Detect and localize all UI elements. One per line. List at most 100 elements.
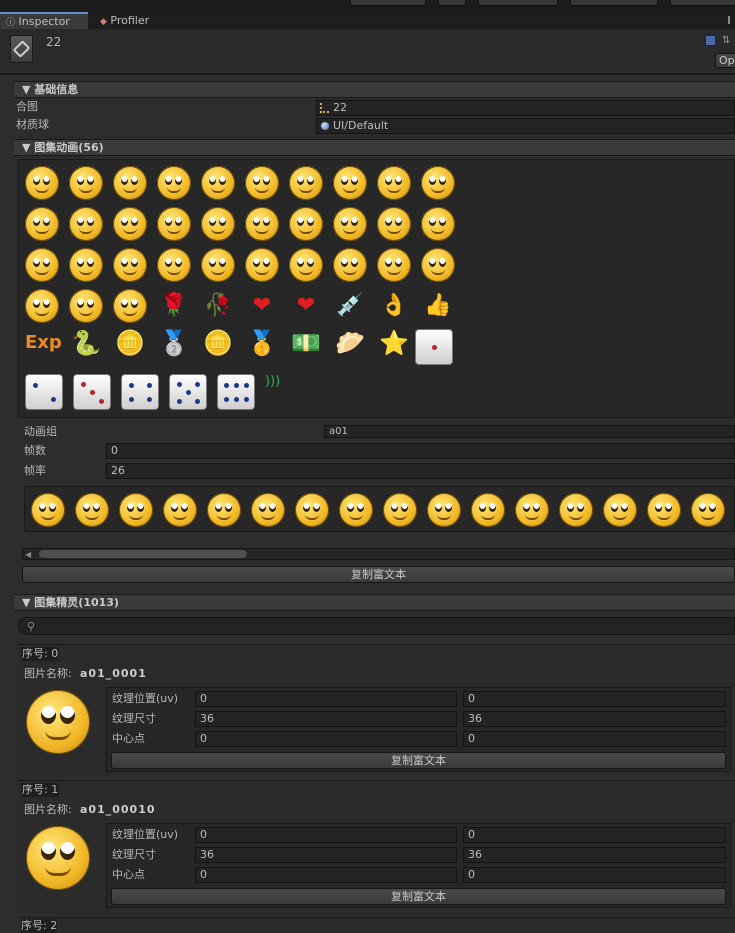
emoticon-frame[interactable] xyxy=(25,289,59,323)
emoticon-frame[interactable] xyxy=(515,493,549,527)
emoticon-frame[interactable] xyxy=(333,166,367,200)
emoticon-frame[interactable]: 🐍 xyxy=(69,326,103,360)
section-atlas-sprites[interactable]: ▼ 图集精灵(1013) xyxy=(14,594,735,611)
emoticon-frame[interactable] xyxy=(113,166,147,200)
emoticon-frame[interactable] xyxy=(245,166,279,200)
emoticon-frame[interactable]: ❤ xyxy=(289,289,323,323)
emoticon-frame[interactable] xyxy=(157,166,191,200)
emoticon-frame[interactable]: Exp xyxy=(25,326,62,360)
size-w-field[interactable]: 36 xyxy=(195,711,457,727)
emoticon-frame[interactable]: 👍 xyxy=(421,289,455,323)
emoticon-frame[interactable]: 🥟 xyxy=(333,326,367,360)
uv-y-field[interactable]: 0 xyxy=(463,827,726,843)
emoticon-frame[interactable]: 💵 xyxy=(289,326,323,360)
emoticon-frame[interactable]: ❤ xyxy=(245,289,279,323)
emoticon-frame[interactable]: 💉 xyxy=(333,289,367,323)
frame-rate-field[interactable]: 26 xyxy=(106,463,735,479)
toolbar-button[interactable] xyxy=(670,0,735,6)
emoticon-frame[interactable] xyxy=(31,493,65,527)
emoticon-frame[interactable] xyxy=(163,493,197,527)
emoticon-frame[interactable] xyxy=(119,493,153,527)
uv-x-field[interactable]: 0 xyxy=(195,691,457,707)
help-icon[interactable] xyxy=(705,35,716,46)
uv-x-field[interactable]: 0 xyxy=(195,827,457,843)
emoticon-frame[interactable] xyxy=(333,248,367,282)
emoticon-frame[interactable]: 🥈 xyxy=(157,326,191,360)
emoticon-frame[interactable] xyxy=(377,166,411,200)
dice-frame[interactable] xyxy=(169,374,207,410)
emoticon-frame[interactable] xyxy=(295,493,329,527)
emoticon-frame[interactable] xyxy=(603,493,637,527)
scroll-left-icon[interactable]: ◀ xyxy=(25,550,31,559)
toolbar-button[interactable] xyxy=(350,0,426,6)
tab-inspector[interactable]: ⓘ Inspector xyxy=(0,12,88,29)
emoticon-frame[interactable] xyxy=(289,207,323,241)
anim-group-dropdown[interactable]: a01 xyxy=(324,425,735,438)
emoticon-frame[interactable] xyxy=(471,493,505,527)
section-atlas-animation[interactable]: ▼ 图集动画(56) xyxy=(14,139,735,156)
emoticon-frame[interactable]: 🪙 xyxy=(113,326,147,360)
atlas-field[interactable]: 22 xyxy=(316,100,735,116)
emoticon-frame[interactable] xyxy=(421,166,455,200)
emoticon-frame[interactable] xyxy=(75,493,109,527)
emoticon-frame[interactable] xyxy=(333,207,367,241)
emoticon-frame[interactable]: 🥇 xyxy=(245,326,279,360)
emoticon-frame[interactable] xyxy=(69,207,103,241)
dice-frame[interactable] xyxy=(217,374,255,410)
size-h-field[interactable]: 36 xyxy=(463,711,726,727)
toolbar-button[interactable] xyxy=(570,0,658,6)
emoticon-frame[interactable]: ⭐ xyxy=(377,326,411,360)
copy-rich-text-button[interactable]: 复制富文本 xyxy=(22,566,735,583)
emoticon-frame[interactable] xyxy=(251,493,285,527)
toolbar-button[interactable] xyxy=(438,0,466,6)
tab-profiler[interactable]: ◆ Profiler xyxy=(94,12,164,29)
settings-icon[interactable]: ⇅ xyxy=(722,35,735,46)
emoticon-frame[interactable] xyxy=(377,248,411,282)
emoticon-frame[interactable] xyxy=(201,207,235,241)
emoticon-frame[interactable]: 👌 xyxy=(377,289,411,323)
emoticon-frame[interactable] xyxy=(113,289,147,323)
emoticon-frame[interactable] xyxy=(647,493,681,527)
emoticon-frame[interactable] xyxy=(339,493,373,527)
dice-frame[interactable] xyxy=(25,374,63,410)
open-button[interactable]: Op xyxy=(715,53,735,68)
emoticon-frame[interactable] xyxy=(157,248,191,282)
search-bar[interactable]: ⚲ xyxy=(18,617,735,635)
dice-frame[interactable] xyxy=(121,374,159,410)
emoticon-frame[interactable] xyxy=(25,248,59,282)
scrollbar-thumb[interactable] xyxy=(39,550,247,558)
size-h-field[interactable]: 36 xyxy=(463,847,726,863)
pivot-x-field[interactable]: 0 xyxy=(195,867,457,883)
pivot-y-field[interactable]: 0 xyxy=(463,731,726,747)
dice-frame[interactable] xyxy=(73,374,111,410)
toolbar-button[interactable] xyxy=(478,0,558,6)
dice-frame[interactable] xyxy=(415,329,453,365)
signal-icon[interactable]: ))) xyxy=(265,374,280,389)
pivot-y-field[interactable]: 0 xyxy=(463,867,726,883)
emoticon-frame[interactable] xyxy=(69,289,103,323)
emoticon-frame[interactable] xyxy=(201,166,235,200)
emoticon-frame[interactable]: 🌹 xyxy=(157,289,191,323)
frame-count-field[interactable]: 0 xyxy=(106,443,735,459)
emoticon-frame[interactable]: 🪙 xyxy=(201,326,235,360)
emoticon-frame[interactable] xyxy=(691,493,725,527)
emoticon-frame[interactable] xyxy=(201,248,235,282)
emoticon-frame[interactable] xyxy=(421,207,455,241)
emoticon-frame[interactable] xyxy=(69,248,103,282)
horizontal-scrollbar[interactable]: ◀ xyxy=(22,548,735,560)
emoticon-frame[interactable] xyxy=(559,493,593,527)
emoticon-frame[interactable] xyxy=(289,248,323,282)
material-field[interactable]: UI/Default xyxy=(316,118,735,134)
emoticon-frame[interactable]: 🥀 xyxy=(201,289,235,323)
emoticon-frame[interactable] xyxy=(427,493,461,527)
emoticon-frame[interactable] xyxy=(157,207,191,241)
search-input[interactable] xyxy=(41,619,731,633)
tab-menu-icon[interactable] xyxy=(728,16,735,24)
emoticon-frame[interactable] xyxy=(113,207,147,241)
emoticon-frame[interactable] xyxy=(421,248,455,282)
emoticon-frame[interactable] xyxy=(377,207,411,241)
emoticon-frame[interactable] xyxy=(207,493,241,527)
emoticon-frame[interactable] xyxy=(245,248,279,282)
section-basic-info[interactable]: ▼ 基础信息 xyxy=(14,81,735,98)
emoticon-frame[interactable] xyxy=(25,166,59,200)
